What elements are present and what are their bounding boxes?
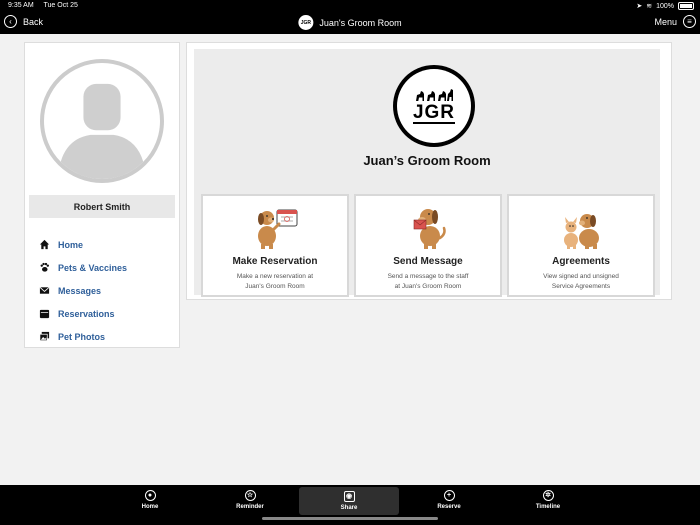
location-icon: ➤ xyxy=(636,3,643,10)
photos-icon xyxy=(39,331,50,341)
person-silhouette-icon xyxy=(57,83,147,179)
status-time: 9:35 AM xyxy=(8,2,34,9)
nav-title-text: Juan's Groom Room xyxy=(319,17,402,28)
calendar-icon xyxy=(39,309,50,319)
main-panel: JGR Juan’s Groom Room Make Reservation M… xyxy=(186,42,672,300)
back-button[interactable]: ‹ Back xyxy=(4,15,43,28)
sidebar-item-pet-photos[interactable]: Pet Photos xyxy=(39,325,127,348)
sidebar-item-label: Home xyxy=(58,239,84,250)
business-name: Juan’s Groom Room xyxy=(363,153,491,168)
card-title: Send Message xyxy=(393,256,463,267)
plus-circle-icon: + xyxy=(443,490,455,501)
make-reservation-card[interactable]: Make Reservation Make a new reservation … xyxy=(201,194,349,297)
person-circle-icon: ● xyxy=(144,490,156,501)
sidebar-item-home[interactable]: Home xyxy=(39,233,127,256)
tab-reminder[interactable]: ☆ Reminder xyxy=(200,485,300,515)
tab-reserve[interactable]: + Reserve xyxy=(399,485,499,515)
business-logo-icon: JGR xyxy=(298,15,314,30)
wifi-icon: ≋ xyxy=(646,3,653,10)
chevron-left-icon: ‹ xyxy=(4,15,17,28)
hamburger-icon: ≡ xyxy=(683,15,696,28)
logo-text: JGR xyxy=(412,102,456,124)
sidebar-menu: Home Pets & Vaccines Messages Reservatio… xyxy=(39,233,127,348)
two-dogs-icon xyxy=(564,214,599,249)
sidebar-item-label: Messages xyxy=(58,285,102,296)
wheel-icon: ✲ xyxy=(542,490,554,501)
agreements-card[interactable]: Agreements View signed and unsigned Serv… xyxy=(507,194,655,297)
user-name: Robert Smith xyxy=(29,195,175,218)
status-date: Tue Oct 25 xyxy=(43,2,78,9)
battery-percent: 100% xyxy=(656,2,674,10)
card-description: Send a message to the staff at Juan's Gr… xyxy=(387,273,469,290)
home-icon xyxy=(39,239,50,250)
sidebar: Robert Smith Home Pets & Vaccines Messag… xyxy=(24,42,180,348)
card-title: Make Reservation xyxy=(232,256,318,267)
tab-timeline[interactable]: ✲ Timeline xyxy=(498,485,598,515)
main-content: JGR Juan’s Groom Room Make Reservation M… xyxy=(194,49,660,297)
envelope-icon xyxy=(39,286,50,294)
status-bar: 9:35 AM Tue Oct 25 ➤ ≋ 100% xyxy=(0,0,700,12)
dog-envelope-icon xyxy=(413,209,446,249)
menu-button[interactable]: Menu ≡ xyxy=(654,15,696,28)
menu-label: Menu xyxy=(654,16,677,27)
avatar xyxy=(40,59,164,183)
home-indicator[interactable] xyxy=(262,517,438,520)
sidebar-item-pets-vaccines[interactable]: Pets & Vaccines xyxy=(39,256,127,279)
dog-calendar-icon xyxy=(258,209,298,249)
sidebar-item-label: Pets & Vaccines xyxy=(58,262,128,273)
back-label: Back xyxy=(23,16,44,27)
star-circle-icon: ☆ xyxy=(244,490,256,501)
tab-share[interactable]: ◉ Share xyxy=(299,487,399,515)
card-description: Make a new reservation at Juan's Groom R… xyxy=(236,273,314,290)
sidebar-item-messages[interactable]: Messages xyxy=(39,279,127,302)
card-description: View signed and unsigned Service Agreeme… xyxy=(543,273,619,290)
nav-bar: ‹ Back JGR Juan's Groom Room Menu ≡ xyxy=(0,12,700,34)
sidebar-item-reservations[interactable]: Reservations xyxy=(39,302,127,325)
camera-icon: ◉ xyxy=(343,491,355,502)
card-title: Agreements xyxy=(552,256,610,267)
sidebar-item-label: Pet Photos xyxy=(58,331,106,342)
dogs-silhouette-icon xyxy=(416,89,453,101)
send-message-card[interactable]: Send Message Send a message to the staff… xyxy=(354,194,502,297)
business-logo: JGR xyxy=(393,65,475,147)
tab-home[interactable]: ● Home xyxy=(100,485,200,515)
sidebar-item-label: Reservations xyxy=(58,308,115,319)
battery-icon xyxy=(678,2,694,10)
paw-icon xyxy=(40,262,49,272)
nav-title: JGR Juan's Groom Room xyxy=(298,15,402,30)
